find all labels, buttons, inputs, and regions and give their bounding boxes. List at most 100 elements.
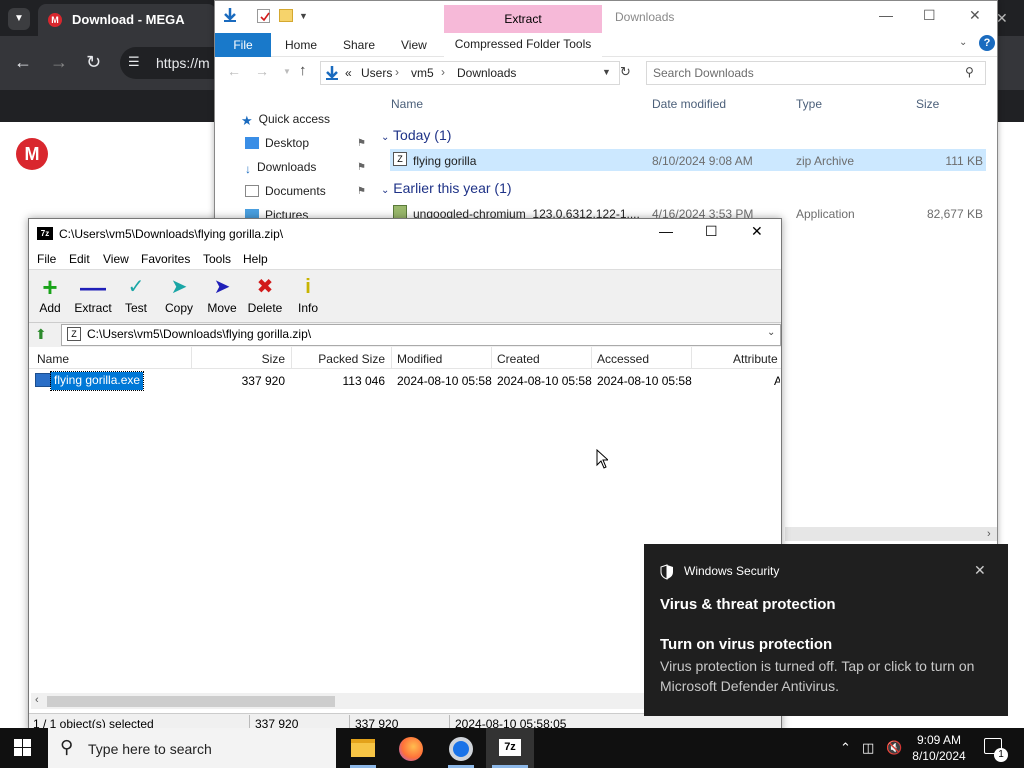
scroll-right-icon[interactable]: › [987, 528, 991, 540]
column-header-created[interactable]: Created [497, 352, 540, 366]
chevron-right-icon[interactable]: › [395, 65, 399, 79]
column-header-name[interactable]: Name [37, 352, 69, 366]
pin-icon[interactable]: ⚑ [357, 162, 366, 173]
test-button[interactable]: ✓ Test [116, 273, 156, 315]
mega-logo-icon[interactable]: M [16, 138, 48, 170]
ribbon-tab-file[interactable]: File [215, 33, 271, 57]
chevron-right-icon[interactable]: › [441, 65, 445, 79]
menu-file[interactable]: File [37, 252, 56, 266]
button-label: Add [39, 301, 61, 315]
refresh-icon[interactable]: ↻ [620, 64, 631, 80]
address-dropdown-icon[interactable]: ▼ [602, 67, 611, 77]
customize-toolbar-icon[interactable]: ▼ [299, 11, 308, 21]
column-header-name[interactable]: Name [391, 97, 423, 111]
column-divider[interactable] [291, 347, 292, 369]
column-header-attributes[interactable]: Attribute [733, 352, 778, 366]
ribbon-tab-share[interactable]: Share [343, 38, 375, 52]
maximize-icon[interactable]: ☐ [705, 223, 718, 240]
explorer-horizontal-scrollbar[interactable] [785, 527, 997, 541]
column-divider[interactable] [491, 347, 492, 369]
close-icon[interactable]: ✕ [969, 7, 981, 24]
back-arrow-icon[interactable]: ← [227, 63, 241, 79]
menu-help[interactable]: Help [243, 252, 268, 266]
new-folder-icon[interactable] [279, 9, 293, 22]
scrollbar-thumb[interactable] [47, 696, 335, 707]
menu-view[interactable]: View [103, 252, 129, 266]
minimize-icon[interactable]: — [659, 223, 673, 239]
column-header-size[interactable]: Size [229, 352, 285, 366]
taskbar-firefox[interactable] [388, 732, 434, 768]
taskbar-file-explorer[interactable] [340, 732, 386, 768]
site-info-icon[interactable]: ☰ [128, 54, 140, 70]
chrome-tab-search-button[interactable]: ▼ [8, 8, 30, 30]
breadcrumb-prefix[interactable]: « [345, 66, 352, 80]
chevron-up-icon[interactable]: ⌃ [840, 740, 851, 756]
group-earlier-this-year[interactable]: ⌄ Earlier this year (1) [381, 180, 512, 196]
menu-edit[interactable]: Edit [69, 252, 90, 266]
add-button[interactable]: + Add [30, 273, 70, 315]
windows-start-icon[interactable] [14, 739, 32, 757]
reload-icon[interactable]: ↻ [86, 52, 101, 73]
archive-entry-name[interactable]: flying gorilla.exe [49, 371, 145, 391]
copy-button[interactable]: ➤ Copy [159, 273, 199, 315]
nav-desktop[interactable]: Desktop [245, 136, 309, 150]
move-button[interactable]: ➤ Move [202, 273, 242, 315]
download-icon: ↓ [245, 162, 251, 176]
recent-locations-icon[interactable]: ▼ [283, 67, 291, 76]
extract-contextual-tab[interactable]: Extract [444, 5, 602, 33]
search-icon[interactable]: ⚲ [965, 65, 974, 79]
help-icon[interactable]: ? [979, 35, 995, 51]
pin-icon[interactable]: ⚑ [357, 138, 366, 149]
maximize-icon[interactable]: ☐ [923, 7, 936, 24]
taskbar-7zip[interactable]: 7z [486, 728, 534, 768]
delete-button[interactable]: ✖ Delete [245, 273, 285, 315]
column-header-type[interactable]: Type [796, 97, 822, 111]
extract-button[interactable]: — Extract [73, 273, 113, 315]
ribbon-tab-compressed-folder-tools[interactable]: Compressed Folder Tools [444, 33, 602, 57]
chrome-tab-mega[interactable]: M Download - MEGA [38, 4, 216, 36]
close-icon[interactable]: ✕ [751, 223, 763, 240]
column-divider[interactable] [391, 347, 392, 369]
group-today[interactable]: ⌄ Today (1) [381, 127, 451, 143]
nav-downloads[interactable]: ↓ Downloads [245, 160, 316, 176]
zip-file-icon: Z [393, 152, 407, 166]
network-icon[interactable]: ◫ [862, 740, 874, 756]
column-header-date[interactable]: Date modified [652, 97, 726, 111]
nav-documents[interactable]: Documents [245, 184, 326, 198]
taskbar-clock[interactable]: 9:09 AM 8/10/2024 [896, 732, 982, 764]
scroll-left-icon[interactable]: ‹ [35, 694, 39, 706]
forward-arrow-icon[interactable]: → [50, 52, 68, 73]
file-name[interactable]: flying gorilla [413, 154, 476, 168]
menu-favorites[interactable]: Favorites [141, 252, 190, 266]
windows-security-toast[interactable]: Windows Security ✕ Virus & threat protec… [644, 544, 1008, 716]
file-type: zip Archive [796, 154, 855, 168]
properties-icon[interactable] [257, 9, 270, 23]
expand-ribbon-icon[interactable]: ⌄ [959, 37, 967, 48]
forward-arrow-icon[interactable]: → [255, 63, 269, 79]
column-header-accessed[interactable]: Accessed [597, 352, 649, 366]
pin-icon[interactable]: ⚑ [357, 186, 366, 197]
quick-download-icon[interactable] [223, 7, 237, 23]
column-header-size[interactable]: Size [916, 97, 939, 111]
column-header-modified[interactable]: Modified [397, 352, 442, 366]
back-arrow-icon[interactable]: ← [14, 52, 32, 73]
breadcrumb-users[interactable]: Users [361, 66, 392, 80]
close-icon[interactable]: ✕ [974, 562, 986, 579]
ribbon-tab-home[interactable]: Home [285, 38, 317, 52]
column-divider[interactable] [691, 347, 692, 369]
up-folder-icon[interactable]: ⬆ [35, 326, 51, 342]
taskbar-chrome[interactable] [438, 732, 484, 768]
info-button[interactable]: i Info [288, 273, 328, 315]
minimize-icon[interactable]: — [879, 7, 893, 23]
nav-quick-access[interactable]: ★ Quick access [241, 112, 330, 128]
breadcrumb-vm5[interactable]: vm5 [411, 66, 434, 80]
column-divider[interactable] [191, 347, 192, 369]
folder-icon [351, 739, 375, 757]
column-header-packed-size[interactable]: Packed Size [305, 352, 385, 366]
up-arrow-icon[interactable]: ↑ [299, 62, 307, 79]
breadcrumb-downloads[interactable]: Downloads [457, 66, 516, 80]
column-divider[interactable] [591, 347, 592, 369]
path-dropdown-icon[interactable]: ⌄ [767, 327, 775, 338]
ribbon-tab-view[interactable]: View [401, 38, 427, 52]
menu-tools[interactable]: Tools [203, 252, 231, 266]
